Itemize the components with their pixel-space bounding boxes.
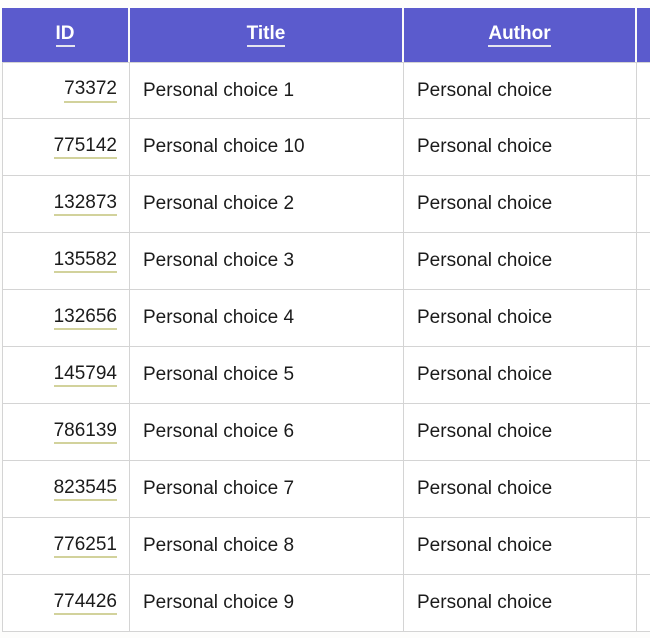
cell-author: Personal choice xyxy=(404,176,637,233)
cell-author: Personal choice xyxy=(404,62,637,119)
cell-author: Personal choice xyxy=(404,290,637,347)
cell-extra xyxy=(637,176,650,233)
cell-extra xyxy=(637,347,650,404)
cell-extra xyxy=(637,233,650,290)
record-id-link[interactable]: 775142 xyxy=(53,135,117,160)
record-id-link[interactable]: 776251 xyxy=(53,534,117,559)
cell-extra xyxy=(637,404,650,461)
cell-title: Personal choice 2 xyxy=(130,176,404,233)
record-id-link[interactable]: 73372 xyxy=(64,79,117,103)
table-row: 135582 Personal choice 3 Personal choice xyxy=(2,233,650,290)
cell-id: 823545 xyxy=(2,461,130,518)
cell-author: Personal choice xyxy=(404,404,637,461)
record-id-link[interactable]: 774426 xyxy=(53,591,117,616)
column-header-title[interactable]: Title xyxy=(130,8,404,62)
cell-author: Personal choice xyxy=(404,575,637,632)
cell-author: Personal choice xyxy=(404,518,637,575)
cell-extra xyxy=(637,290,650,347)
cell-id: 775142 xyxy=(2,119,130,176)
records-table: ID Title Author 73372 Personal choice 1 Pe… xyxy=(2,8,650,632)
page-root: ID Title Author 73372 Personal choice 1 Pe… xyxy=(0,0,650,638)
cell-id: 774426 xyxy=(2,575,130,632)
cell-title: Personal choice 5 xyxy=(130,347,404,404)
cell-id: 132873 xyxy=(2,176,130,233)
cell-title: Personal choice 9 xyxy=(130,575,404,632)
table-row: 774426 Personal choice 9 Personal choice xyxy=(2,575,650,632)
cell-id: 135582 xyxy=(2,233,130,290)
sort-link-id[interactable]: ID xyxy=(55,24,75,47)
cell-id: 73372 xyxy=(2,62,130,119)
record-id-link[interactable]: 786139 xyxy=(53,420,117,445)
table-row: 775142 Personal choice 10 Personal choice xyxy=(2,119,650,176)
sort-link-author[interactable]: Author xyxy=(488,24,551,47)
cell-extra xyxy=(637,119,650,176)
table-header-row: ID Title Author xyxy=(2,8,650,62)
cell-author: Personal choice xyxy=(404,119,637,176)
sort-link-title[interactable]: Title xyxy=(246,24,286,47)
cell-id: 776251 xyxy=(2,518,130,575)
column-header-author[interactable]: Author xyxy=(404,8,637,62)
cell-title: Personal choice 6 xyxy=(130,404,404,461)
cell-extra xyxy=(637,518,650,575)
record-id-link[interactable]: 135582 xyxy=(53,249,117,274)
cell-extra xyxy=(637,461,650,518)
cell-title: Personal choice 10 xyxy=(130,119,404,176)
record-id-link[interactable]: 145794 xyxy=(53,363,117,388)
cell-id: 145794 xyxy=(2,347,130,404)
cell-title: Personal choice 4 xyxy=(130,290,404,347)
cell-extra xyxy=(637,575,650,632)
table-row: 132656 Personal choice 4 Personal choice xyxy=(2,290,650,347)
table-header: ID Title Author xyxy=(2,8,650,62)
table-row: 73372 Personal choice 1 Personal choice xyxy=(2,62,650,119)
cell-author: Personal choice xyxy=(404,347,637,404)
column-header-extra[interactable] xyxy=(637,8,650,62)
record-id-link[interactable]: 132656 xyxy=(53,306,117,331)
cell-author: Personal choice xyxy=(404,461,637,518)
cell-extra xyxy=(637,62,650,119)
cell-title: Personal choice 3 xyxy=(130,233,404,290)
record-id-link[interactable]: 823545 xyxy=(53,477,117,502)
record-id-link[interactable]: 132873 xyxy=(53,192,117,217)
cell-id: 132656 xyxy=(2,290,130,347)
cell-title: Personal choice 1 xyxy=(130,62,404,119)
cell-id: 786139 xyxy=(2,404,130,461)
cell-author: Personal choice xyxy=(404,233,637,290)
table-row: 786139 Personal choice 6 Personal choice xyxy=(2,404,650,461)
table-body: 73372 Personal choice 1 Personal choice 775… xyxy=(2,62,650,632)
cell-title: Personal choice 8 xyxy=(130,518,404,575)
table-row: 132873 Personal choice 2 Personal choice xyxy=(2,176,650,233)
cell-title: Personal choice 7 xyxy=(130,461,404,518)
table-row: 823545 Personal choice 7 Personal choice xyxy=(2,461,650,518)
table-row: 145794 Personal choice 5 Personal choice xyxy=(2,347,650,404)
table-row: 776251 Personal choice 8 Personal choice xyxy=(2,518,650,575)
column-header-id[interactable]: ID xyxy=(2,8,130,62)
